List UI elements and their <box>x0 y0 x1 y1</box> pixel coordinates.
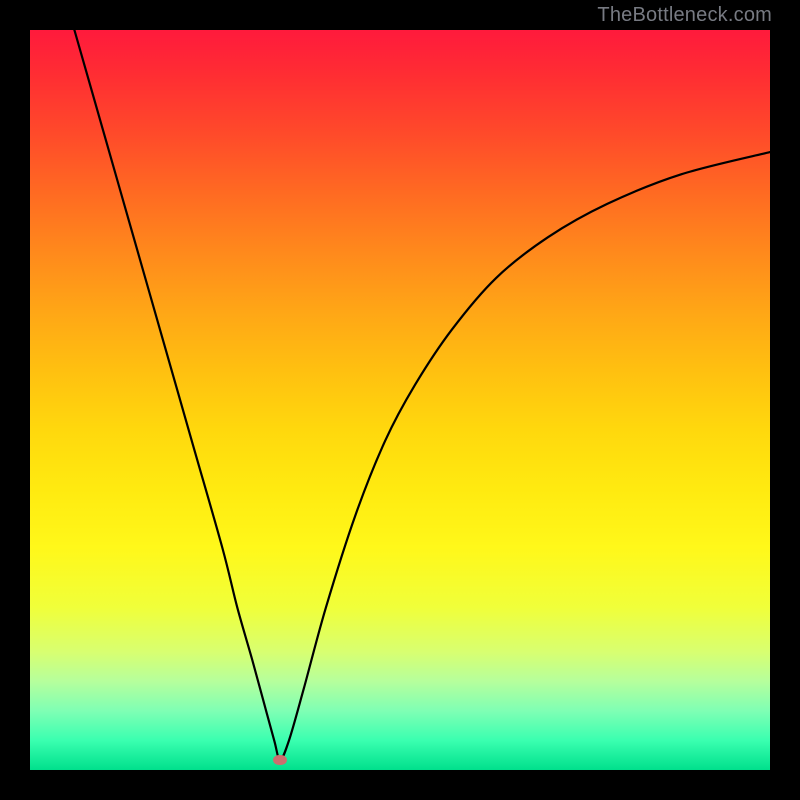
bottleneck-curve <box>30 30 770 770</box>
plot-area <box>30 30 770 770</box>
watermark-text: TheBottleneck.com <box>597 4 772 27</box>
optimal-point-marker <box>273 755 287 765</box>
chart-frame: TheBottleneck.com <box>0 0 800 800</box>
